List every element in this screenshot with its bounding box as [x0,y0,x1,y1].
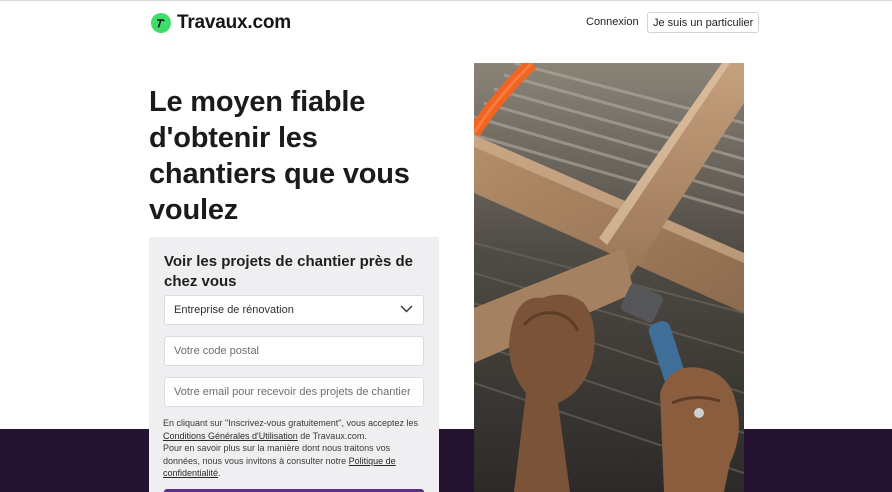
logo-text: Travaux.com [177,12,291,33]
email-input[interactable] [174,378,423,406]
hero-photo [474,63,744,492]
legal-notice: En cliquant sur "Inscrivez-vous gratuite… [163,417,425,480]
site-header: Travaux.com Connexion Je suis un particu… [0,1,892,45]
postal-code-input[interactable] [174,337,423,365]
footer-band [0,429,892,492]
legal-text: En cliquant sur "Inscrivez-vous gratuite… [163,418,419,428]
hero-title-line: chantiers que vous [149,158,410,190]
chevron-down-icon [400,304,413,316]
legal-text: de Travaux.com. [297,430,367,441]
signup-form-card: Voir les projets de chantier près de che… [149,237,439,492]
cgu-link[interactable]: Conditions Générales d'Utilisation [163,431,298,441]
logo[interactable]: Travaux.com [151,12,291,34]
hero-title-line: d'obtenir les [149,122,318,154]
form-heading: Voir les projets de chantier près de che… [164,253,413,290]
particulier-button[interactable]: Je suis un particulier [647,12,760,33]
postal-code-field-wrapper [164,336,424,366]
login-link[interactable]: Connexion [586,16,639,28]
hammer-icon [151,13,171,33]
email-field-wrapper [164,377,424,407]
hero-title-line: Le moyen fiable [149,86,366,118]
hero-title: Le moyen fiable d'obtenir les chantiers … [149,84,459,228]
legal-text: . [218,468,221,478]
trade-select-value: Entreprise de rénovation [174,304,294,316]
hero-title-line: voulez [149,194,239,226]
trade-select[interactable]: Entreprise de rénovation [164,295,424,325]
